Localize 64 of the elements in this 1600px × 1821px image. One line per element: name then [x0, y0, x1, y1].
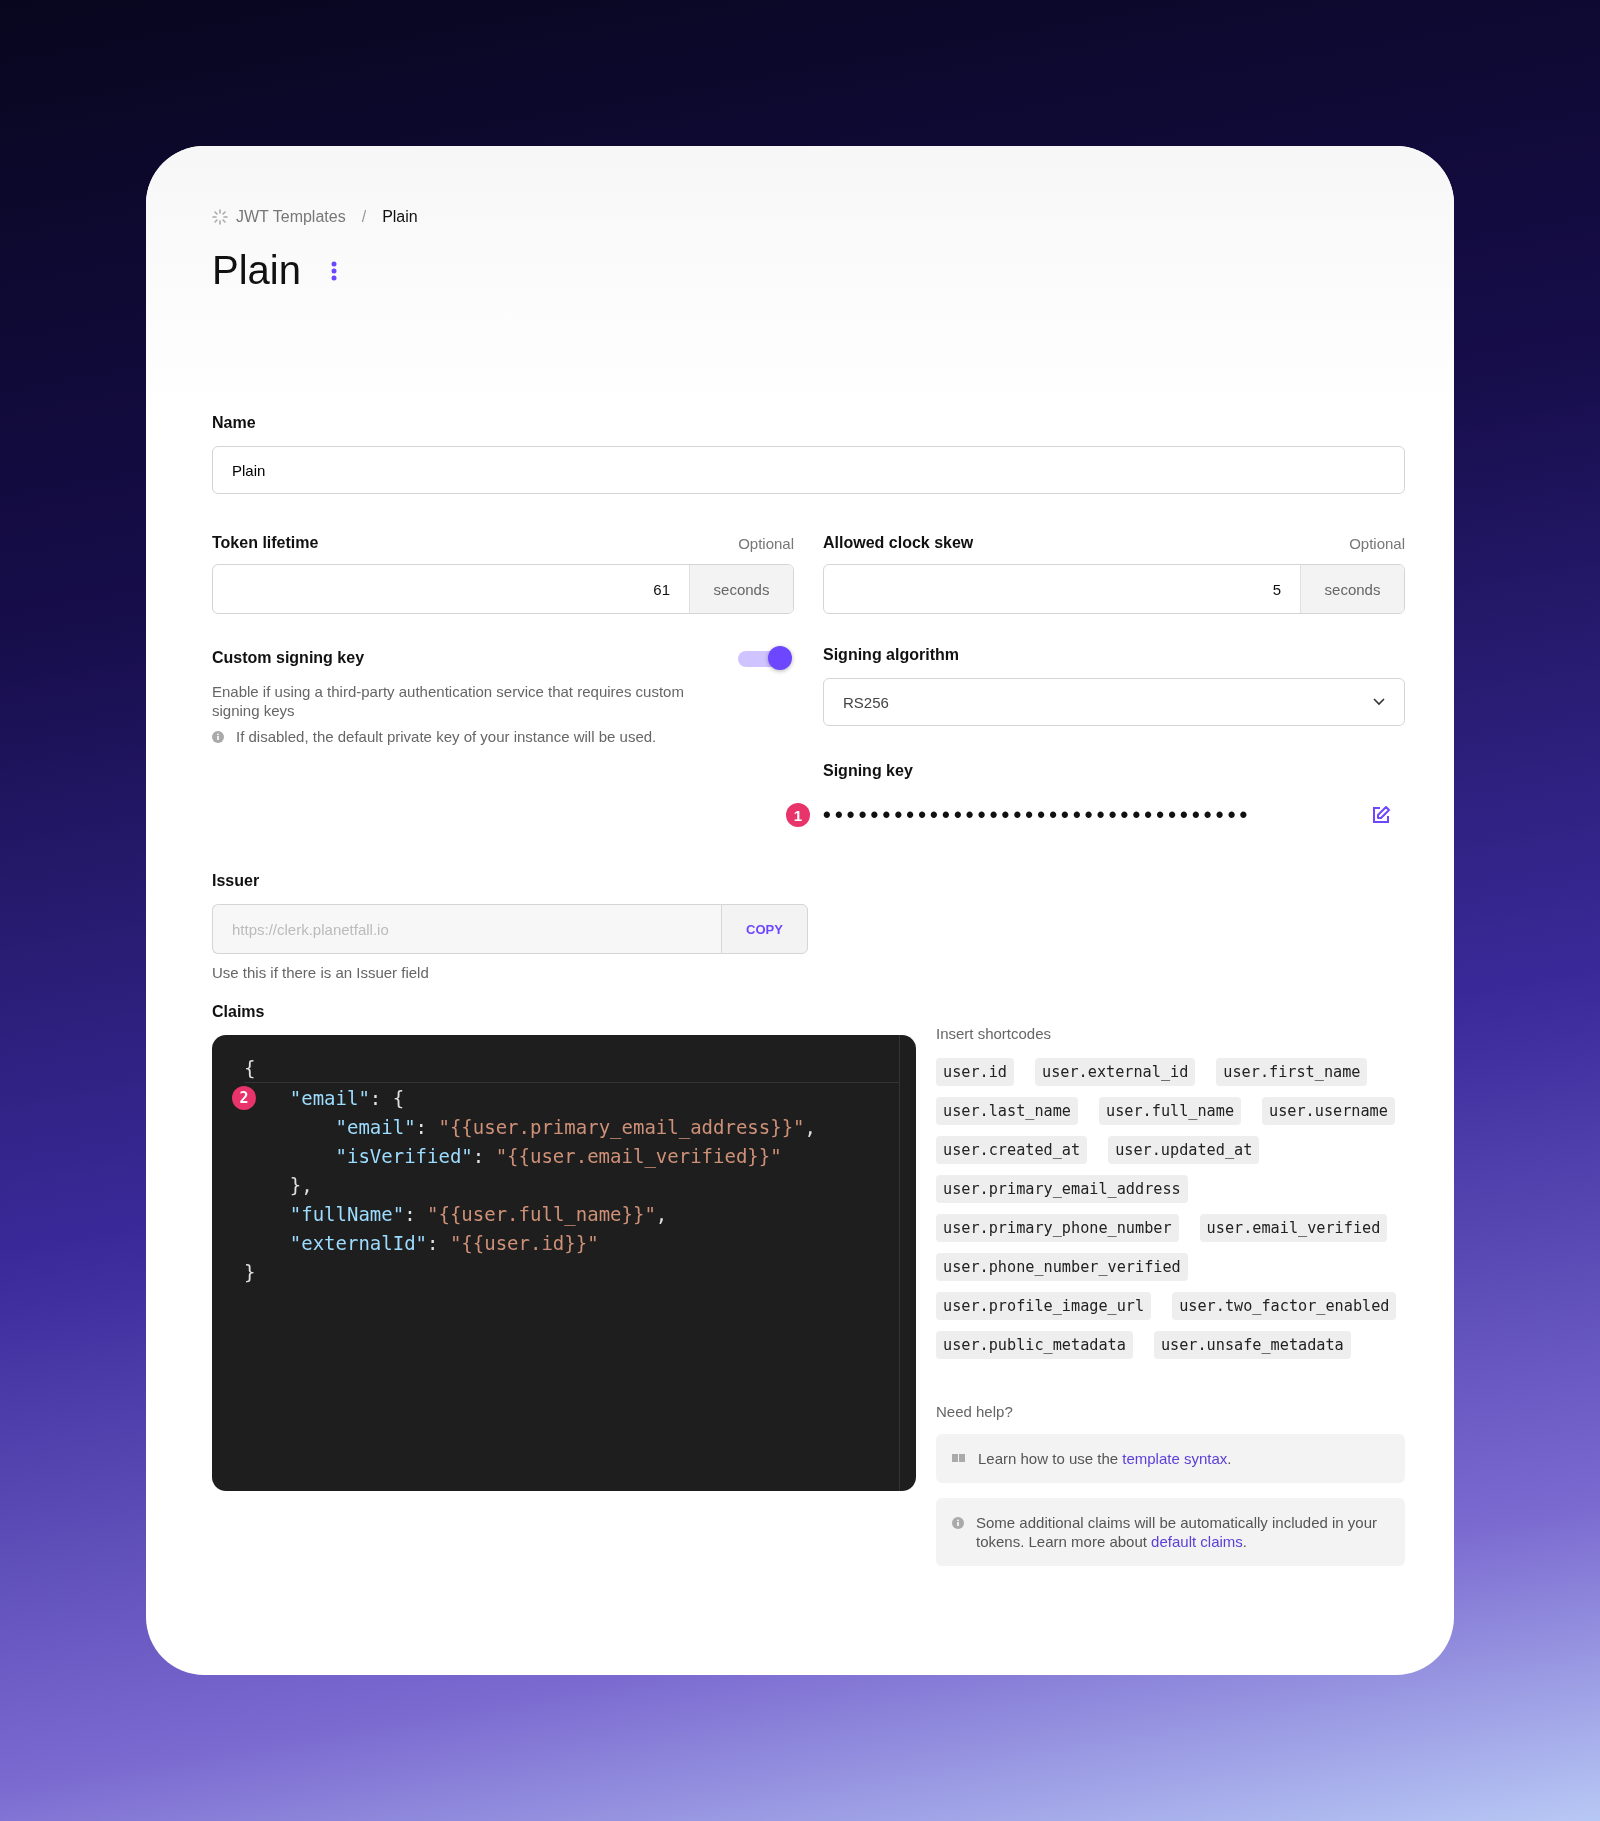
code-line: {: [244, 1056, 256, 1079]
field-label: Name: [212, 414, 257, 432]
shortcode-chip[interactable]: user.email_verified: [1199, 1214, 1388, 1242]
algorithm-select[interactable]: RS256: [823, 678, 1405, 726]
number-badge: 2: [232, 1085, 256, 1110]
field-label: Allowed clock skew: [823, 534, 974, 552]
page-title: Plain: [212, 248, 301, 293]
toggle-switch[interactable]: [738, 646, 794, 670]
shortcode-chip[interactable]: user.first_name: [1216, 1058, 1368, 1086]
shortcode-chip[interactable]: user.username: [1262, 1097, 1395, 1125]
breadcrumb-link[interactable]: JWT Templates: [236, 208, 346, 226]
shortcode-chip[interactable]: user.updated_at: [1108, 1136, 1260, 1164]
field-label: Issuer: [212, 872, 261, 890]
description-text: Enable if using a third-party authentication service that requires custom signing keys: [212, 682, 685, 720]
shortcode-chip[interactable]: user.id: [936, 1058, 1014, 1086]
code-line: "externalId": "{{user.id}}": [288, 1231, 599, 1254]
help-link[interactable]: default claims: [1151, 1533, 1243, 1550]
optional-hint: Optional: [738, 534, 794, 552]
name-input[interactable]: Plain: [212, 446, 1405, 494]
number-field[interactable]: 61 seconds: [212, 564, 794, 614]
shortcode-chip[interactable]: user.primary_email_address: [936, 1175, 1188, 1203]
masked-key: ••••••••••••••••••••••••••••••••••••: [823, 802, 1371, 828]
section-label: Insert shortcodes: [936, 1025, 1053, 1042]
shortcode-chip[interactable]: user.unsafe_metadata: [1153, 1331, 1351, 1359]
info-icon: [952, 1517, 964, 1529]
book-icon: [952, 1453, 966, 1463]
field-label: Signing key: [823, 762, 914, 780]
shortcode-chip[interactable]: user.external_id: [1035, 1058, 1196, 1086]
issuer-input[interactable]: https://clerk.planetfall.io: [212, 904, 721, 954]
field-label: Signing algorithm: [823, 646, 960, 664]
help-text: Some additional claims will be automatically included in your tokens. Learn more about default claims.: [976, 1513, 1379, 1551]
shortcode-chip[interactable]: user.created_at: [936, 1136, 1088, 1164]
unit-addon: seconds: [689, 565, 793, 613]
number-badge: 1: [786, 803, 810, 827]
code-line: "fullName": "{{user.full_name}}",: [288, 1202, 668, 1225]
code-editor[interactable]: { 2 "email": { "email": "{{user.primary_email_address}}", "isVerified": "{{user.email_verified}}" }, "fullName": "{{user.full_name}}", "externalId": "{{user.id}}" }: [212, 1035, 916, 1491]
breadcrumb-link[interactable]: Plain: [382, 208, 418, 226]
field-label: Claims: [212, 1003, 266, 1021]
breadcrumb-separator: /: [361, 208, 367, 226]
shortcode-chip[interactable]: user.phone_number_verified: [936, 1253, 1188, 1281]
code-line: "isVerified": "{{user.email_verified}}": [334, 1144, 782, 1167]
chevron-down-icon: [1373, 698, 1385, 706]
unit-addon: seconds: [1300, 565, 1404, 613]
shortcode-chip[interactable]: user.full_name: [1099, 1097, 1242, 1125]
shortcode-chip[interactable]: user.profile_image_url: [936, 1292, 1152, 1320]
optional-hint: Optional: [1349, 534, 1405, 552]
code-line: "email": "{{user.primary_email_address}}",: [334, 1115, 816, 1138]
section-label: Need help?: [936, 1403, 1014, 1420]
note-text: If disabled, the default private key of your instance will be used.: [236, 728, 657, 745]
more-menu-icon[interactable]: [330, 260, 337, 281]
field-label: Token lifetime: [212, 534, 319, 552]
shortcode-chip[interactable]: user.primary_phone_number: [936, 1214, 1179, 1242]
field-label: Custom signing key: [212, 649, 365, 667]
shortcode-chip[interactable]: user.public_metadata: [936, 1331, 1133, 1359]
edit-icon[interactable]: [1371, 805, 1391, 825]
helper-text: Use this if there is an Issuer field: [212, 964, 430, 981]
number-field[interactable]: 5 seconds: [823, 564, 1405, 614]
copy-button[interactable]: COPY: [721, 904, 808, 954]
shortcode-chip[interactable]: user.two_factor_enabled: [1172, 1292, 1397, 1320]
info-icon: [212, 730, 224, 743]
help-text: Learn how to use the template syntax.: [978, 1449, 1232, 1468]
shortcode-chip[interactable]: user.last_name: [936, 1097, 1078, 1125]
code-line: },: [288, 1173, 313, 1196]
code-line: }: [244, 1260, 256, 1283]
